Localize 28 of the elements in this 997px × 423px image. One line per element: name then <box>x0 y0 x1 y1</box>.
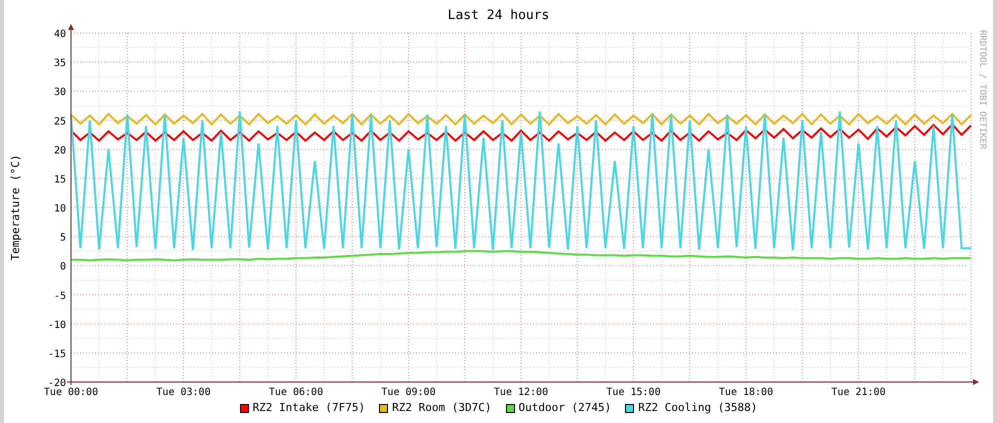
x-tick-label: Tue 09:00 <box>381 387 436 398</box>
credit-text: RRDTOOL / TOBI OETIKER <box>977 30 987 150</box>
y-tick-label: 35 <box>54 58 66 70</box>
x-tick-label: Tue 21:00 <box>831 387 886 398</box>
y-tick-label: -10 <box>48 320 66 331</box>
y-tick-label: 20 <box>54 145 66 156</box>
x-tick-label: Tue 18:00 <box>718 387 774 398</box>
x-tick-label: Tue 03:00 <box>156 387 211 398</box>
y-tick-label: 0 <box>60 262 66 273</box>
y-tick-label: -5 <box>54 290 66 302</box>
chart-title: Last 24 hours <box>448 9 550 22</box>
legend-label: RZ2 Cooling (3588) <box>638 400 758 416</box>
y-tick-label: 15 <box>54 174 66 186</box>
legend-label: RZ2 Intake (7F75) <box>252 400 366 416</box>
y-tick-label: 5 <box>60 232 66 244</box>
legend-label: Outdoor (2745) <box>518 400 612 416</box>
y-tick-label: 40 <box>54 29 66 40</box>
y-tick-label: -15 <box>48 348 66 360</box>
legend-label: RZ2 Room (3D7C) <box>392 400 492 416</box>
y-tick-label: 25 <box>54 116 66 128</box>
y-tick-label: 10 <box>54 204 66 214</box>
x-tick-label: Tue 12:00 <box>494 387 548 398</box>
y-tick-label: 30 <box>54 87 66 98</box>
x-tick-label: Tue 06:00 <box>268 387 324 398</box>
x-tick-label: Tue 00:00 <box>44 387 98 398</box>
y-tick-label: -20 <box>48 378 66 389</box>
y-axis-title: Temperature (°C) <box>9 154 22 260</box>
x-tick-label: Tue 15:00 <box>606 387 661 398</box>
